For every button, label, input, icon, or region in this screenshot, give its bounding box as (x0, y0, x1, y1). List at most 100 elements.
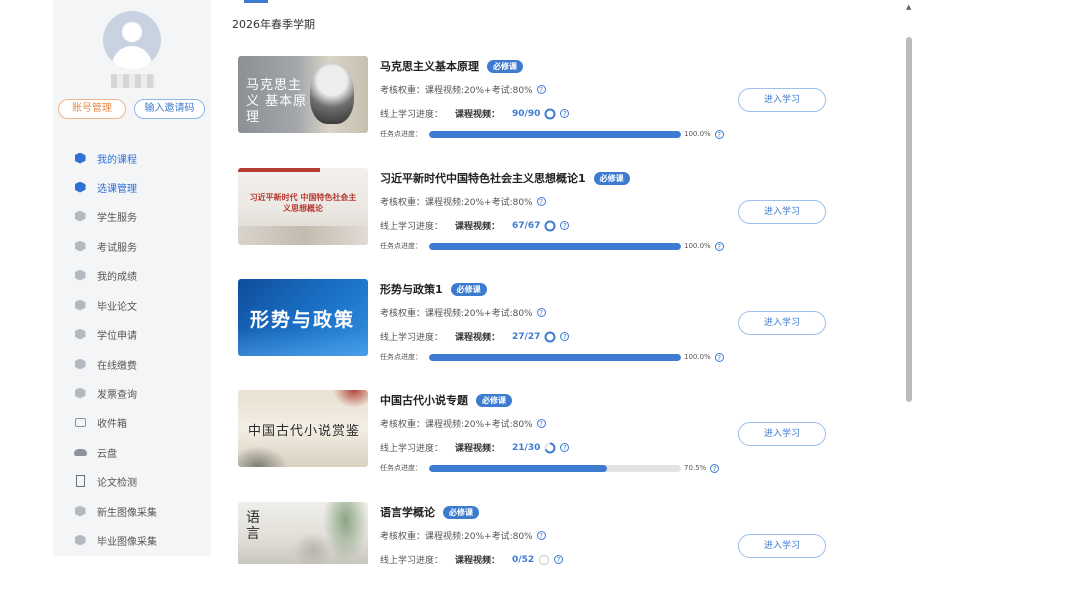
document-icon (73, 474, 87, 488)
sidebar-item-label: 毕业论文 (97, 301, 137, 313)
avatar-body-shape (112, 46, 152, 69)
sidebar-item-degree-application[interactable]: 学位申请 (73, 325, 137, 343)
task-progress-bar (429, 130, 681, 138)
sidebar-item-label: 发票查询 (97, 389, 137, 401)
enter-study-button[interactable]: 进入学习 (738, 422, 826, 446)
thumbnail-caption: 马克思主义 基本原理 (246, 78, 308, 125)
sidebar-item-label: 新生图像采集 (97, 507, 157, 519)
hexagon-icon (73, 151, 87, 165)
video-progress-value: 27/27 (512, 331, 541, 342)
task-progress-percent: 100.0% (684, 353, 711, 361)
hexagon-icon (73, 357, 87, 371)
course-title[interactable]: 形势与政策1 必修课 (380, 281, 487, 297)
avatar[interactable] (103, 11, 161, 69)
sidebar-item-label: 学位申请 (97, 330, 137, 342)
course-title[interactable]: 马克思主义基本原理 必修课 (380, 58, 523, 74)
course-thumbnail[interactable]: 形势与政策 (238, 279, 368, 356)
thumbnail-caption: 语言 (246, 510, 260, 542)
sidebar-item-label: 学生服务 (97, 212, 137, 224)
online-progress: 线上学习进度： 课程视频： 27/27 ? (380, 330, 570, 343)
sidebar-item-label: 考试服务 (97, 242, 137, 254)
course-thumbnail[interactable]: 习近平新时代 中国特色社会主义思想概论 (238, 168, 368, 245)
hexagon-icon (73, 268, 87, 282)
semester-title: 2026年春季学期 (232, 18, 315, 31)
course-title[interactable]: 习近平新时代中国特色社会主义思想概论1 必修课 (380, 170, 630, 186)
help-icon[interactable]: ? (536, 531, 546, 540)
inbox-icon (73, 415, 87, 429)
sidebar-item-invoice-query[interactable]: 发票查询 (73, 384, 137, 402)
sidebar-item-online-payment[interactable]: 在线缴费 (73, 355, 137, 373)
hexagon-icon (73, 180, 87, 194)
help-icon[interactable]: ? (536, 197, 546, 206)
help-icon[interactable]: ? (560, 332, 570, 341)
help-icon[interactable]: ? (536, 85, 546, 94)
invite-code-button[interactable]: 输入邀请码 (134, 99, 205, 119)
sidebar-item-student-services[interactable]: 学生服务 (73, 207, 137, 225)
required-badge: 必修课 (443, 506, 479, 519)
assessment-weight: 考核权重：课程视频:20%+考试:80%? (380, 529, 546, 542)
sidebar-item-freshman-photo[interactable]: 新生图像采集 (73, 502, 157, 520)
enter-study-button[interactable]: 进入学习 (738, 534, 826, 558)
help-icon[interactable]: ? (560, 109, 570, 118)
online-progress: 线上学习进度： 课程视频： 90/90 ? (380, 107, 570, 120)
sidebar-item-thesis-check[interactable]: 论文检测 (73, 472, 137, 490)
sidebar-item-label: 论文检测 (97, 477, 137, 489)
sidebar-item-my-grades[interactable]: 我的成绩 (73, 266, 137, 284)
course-title[interactable]: 语言学概论 必修课 (380, 504, 479, 520)
help-icon[interactable]: ? (714, 129, 724, 139)
sidebar-item-cloud-drive[interactable]: 云盘 (73, 443, 117, 461)
help-icon[interactable]: ? (714, 241, 724, 251)
help-icon[interactable]: ? (710, 463, 720, 473)
hexagon-icon (73, 533, 87, 547)
sidebar-item-course-selection[interactable]: 选课管理 (73, 178, 137, 196)
video-progress-value: 67/67 (512, 220, 541, 231)
assessment-weight: 考核权重：课程视频:20%+考试:80%? (380, 417, 546, 430)
sidebar-item-graduation-photo[interactable]: 毕业图像采集 (73, 531, 157, 549)
hexagon-icon (73, 386, 87, 400)
sidebar-item-inbox[interactable]: 收件箱 (73, 413, 127, 431)
course-thumbnail[interactable]: 语言 (238, 502, 368, 564)
task-progress-bar (429, 353, 681, 361)
help-icon[interactable]: ? (714, 352, 724, 362)
help-icon[interactable]: ? (536, 419, 546, 428)
task-progress: 任务点进度： 100.0% ? (380, 129, 724, 139)
help-icon[interactable]: ? (536, 308, 546, 317)
help-icon[interactable]: ? (560, 221, 570, 230)
progress-ring-icon (544, 108, 556, 119)
hexagon-icon (73, 239, 87, 253)
cloud-icon (73, 445, 87, 459)
hexagon-icon (73, 327, 87, 341)
scrollbar-thumb[interactable] (906, 37, 912, 402)
task-progress: 任务点进度： 70.5% ? (380, 463, 720, 473)
online-progress: 线上学习进度： 课程视频： 67/67 ? (380, 219, 570, 232)
sidebar-item-thesis[interactable]: 毕业论文 (73, 296, 137, 314)
thumbnail-caption: 习近平新时代 中国特色社会主义思想概论 (249, 192, 357, 213)
course-title[interactable]: 中国古代小说专题 必修课 (380, 392, 512, 408)
top-tab-accent (244, 0, 268, 3)
task-progress-bar (429, 464, 681, 472)
sidebar: 账号管理 输入邀请码 我的课程 选课管理 学生服务 考试服务 我的成绩 毕业论文… (53, 0, 211, 556)
sidebar-item-my-courses[interactable]: 我的课程 (73, 149, 137, 167)
help-icon[interactable]: ? (554, 555, 564, 564)
scroll-up-arrow-icon[interactable]: ▲ (906, 3, 911, 11)
enter-study-button[interactable]: 进入学习 (738, 88, 826, 112)
thumbnail-caption: 中国古代小说赏鉴 (248, 424, 361, 439)
required-badge: 必修课 (450, 283, 487, 296)
online-progress: 线上学习进度： 课程视频： 0/52 ? (380, 553, 564, 566)
sidebar-item-exam-services[interactable]: 考试服务 (73, 237, 137, 255)
course-card: 马克思主义 基本原理 马克思主义基本原理 必修课 考核权重：课程视频:20%+考试… (238, 56, 838, 146)
account-management-button[interactable]: 账号管理 (58, 99, 126, 119)
course-card: 习近平新时代 中国特色社会主义思想概论 习近平新时代中国特色社会主义思想概论1 必… (238, 168, 838, 258)
sidebar-item-label: 毕业图像采集 (97, 536, 157, 548)
assessment-weight: 考核权重：课程视频:20%+考试:80%? (380, 195, 546, 208)
course-thumbnail[interactable]: 马克思主义 基本原理 (238, 56, 368, 133)
sidebar-item-label: 我的成绩 (97, 271, 137, 283)
assessment-weight: 考核权重：课程视频:20%+考试:80%? (380, 306, 546, 319)
enter-study-button[interactable]: 进入学习 (738, 311, 826, 335)
enter-study-button[interactable]: 进入学习 (738, 200, 826, 224)
progress-ring-icon (544, 442, 556, 453)
course-thumbnail[interactable]: 中国古代小说赏鉴 (238, 390, 368, 467)
help-icon[interactable]: ? (560, 443, 570, 452)
sidebar-item-label: 收件箱 (97, 418, 127, 430)
required-badge: 必修课 (593, 172, 630, 185)
